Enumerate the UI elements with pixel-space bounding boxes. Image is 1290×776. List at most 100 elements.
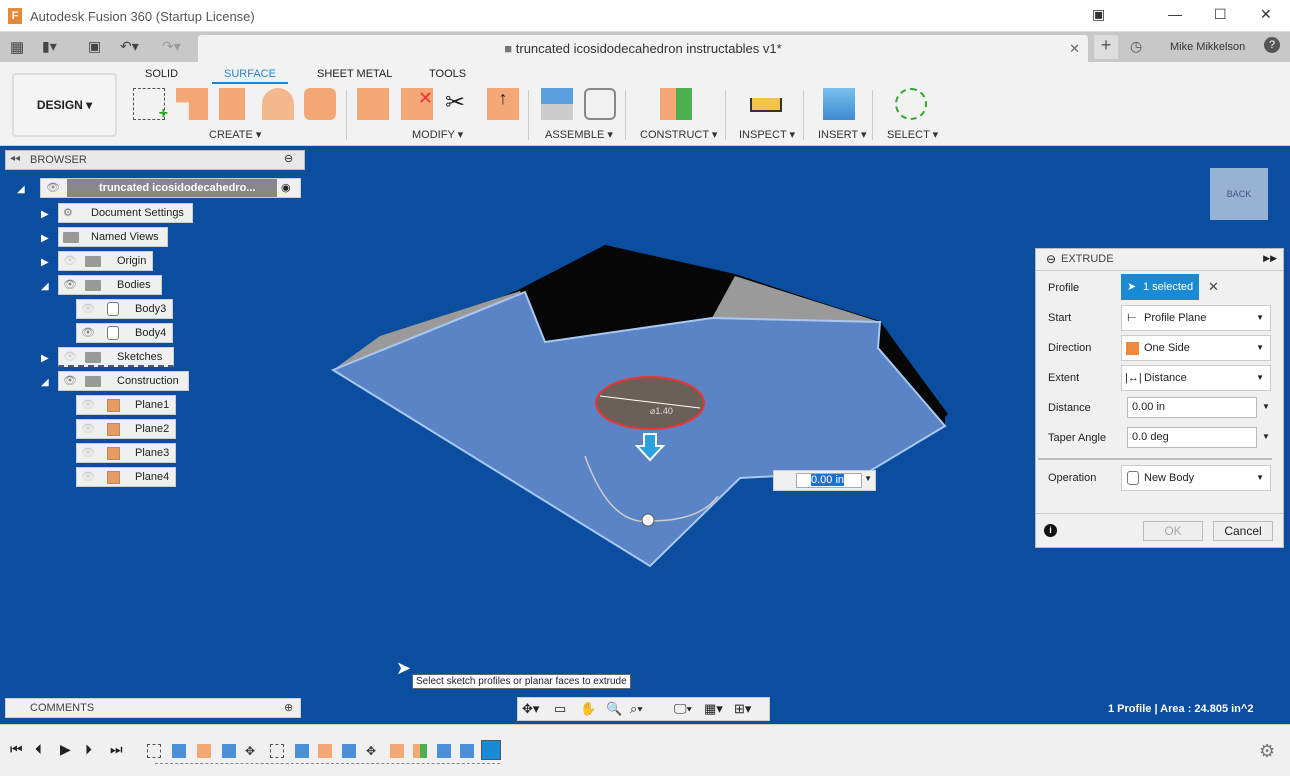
pan-icon[interactable]: ✋ [580,701,596,717]
inspect-menu[interactable]: INSPECT ▾ [739,128,795,141]
clock-icon[interactable]: ◷ [1130,38,1142,55]
timeline-body-icon[interactable] [437,744,451,758]
eye-hidden-icon[interactable]: 👁 [81,300,95,318]
box-icon[interactable] [219,88,251,120]
expand-triangle-icon[interactable]: ◢ [17,181,25,199]
dropdown-arrow-icon[interactable]: ▼ [864,474,872,483]
split-face-icon[interactable] [357,88,389,120]
taper-dropdown-icon[interactable]: ▼ [1262,432,1270,441]
sweep-icon[interactable] [262,88,294,120]
eye-hidden-icon[interactable]: 👁 [63,252,77,270]
close-tab-icon[interactable]: ✕ [1069,35,1080,62]
viewports-icon[interactable]: ⊞▾ [734,701,751,717]
loft-icon[interactable] [304,88,336,120]
redo-icon[interactable]: ↷▾ [162,38,181,55]
expand-icon[interactable]: ▶ [41,206,49,224]
create-sketch-icon[interactable]: + [133,88,165,120]
eye-icon[interactable]: 👁 [63,276,77,294]
play-icon[interactable]: ▶ [60,741,71,758]
expand-icon[interactable]: ▶ [41,350,49,368]
browser-item-plane2[interactable]: 👁Plane2 [76,419,176,439]
maximize-button[interactable]: ☐ [1214,6,1227,23]
delete-face-icon[interactable]: ✕ [401,88,433,120]
browser-item-body3[interactable]: 👁Body3 [76,299,173,319]
browser-root[interactable]: ◢ 👁 truncated icosidodecahedro... ◉ [40,178,301,198]
tab-solid[interactable]: SOLID [145,68,178,80]
timeline-body-icon[interactable] [295,744,309,758]
grid-settings-icon[interactable]: ▦▾ [704,701,723,717]
browser-item-body4[interactable]: 👁Body4 [76,323,173,343]
browser-item-plane4[interactable]: 👁Plane4 [76,467,176,487]
measure-icon[interactable] [750,98,782,112]
taper-angle-input[interactable]: 0.0 deg [1127,427,1257,448]
eye-hidden-icon[interactable]: 👁 [81,444,95,462]
file-icon[interactable]: ▮▾ [42,38,57,55]
browser-item-plane3[interactable]: 👁Plane3 [76,443,176,463]
joint-icon[interactable] [584,88,616,120]
orbit-icon[interactable]: ✥▾ [522,701,539,717]
clear-selection-icon[interactable]: ✕ [1208,279,1219,295]
expand-icon[interactable]: ▶ [41,254,49,272]
look-at-icon[interactable]: ▭ [554,701,566,717]
browser-panel-header[interactable]: ◂◂ BROWSER ⊖ [5,150,305,170]
eye-icon[interactable]: 👁 [63,372,77,390]
fit-icon[interactable]: ⌕▾ [630,701,643,717]
direction-dropdown[interactable]: One Side▼ [1121,335,1271,361]
new-component-icon[interactable] [541,88,573,120]
distance-dropdown-icon[interactable]: ▼ [1262,402,1270,411]
timeline-feature-icon[interactable] [197,744,211,758]
restore-icon[interactable]: ▣ [1092,6,1105,23]
distance-input[interactable]: 0.00 in [1127,397,1257,418]
select-menu[interactable]: SELECT ▾ [887,128,938,141]
distance-manipulator-input[interactable]: 0.00 in ▼ [773,470,876,491]
drag-handle[interactable] [642,514,654,526]
assemble-menu[interactable]: ASSEMBLE ▾ [545,128,613,141]
info-icon[interactable]: i [1044,524,1057,537]
browser-item-sketches[interactable]: ▶👁Sketches [58,347,174,367]
extrude-icon[interactable] [176,88,208,120]
dialog-header[interactable]: ⊖ EXTRUDE ▶▶ [1036,249,1283,271]
browser-item-construction[interactable]: ◢👁Construction [58,371,189,391]
go-to-end-icon[interactable]: ⏭ [110,741,123,758]
ok-button[interactable]: OK [1143,521,1203,541]
close-button[interactable]: ✕ [1260,6,1272,23]
activate-radio-icon[interactable]: ◉ [281,179,291,197]
timeline-feature-icon[interactable] [318,744,332,758]
expand-icon[interactable]: ▶ [41,230,49,248]
timeline-body-icon[interactable] [172,744,186,758]
minus-circle-icon[interactable]: ⊖ [284,152,293,165]
collapse-icon[interactable]: ◢ [41,374,49,392]
timeline-sketch-icon[interactable] [147,744,161,758]
browser-item-document-settings[interactable]: ▶⚙Document Settings [58,203,193,223]
save-icon[interactable]: ▣ [88,38,101,55]
workspace-dropdown[interactable]: DESIGN ▾ [12,73,117,137]
undo-icon[interactable]: ↶▾ [120,38,139,55]
eye-hidden-icon[interactable]: 👁 [81,468,95,486]
tab-tools[interactable]: TOOLS [429,68,466,80]
display-settings-icon[interactable]: 🖵▾ [674,701,692,717]
add-comment-icon[interactable]: ⊕ [284,699,293,717]
help-icon[interactable]: ? [1264,37,1280,53]
grid-menu-icon[interactable]: ▦ [10,38,24,56]
tab-sheet-metal[interactable]: SHEET METAL [317,68,392,80]
expand-icon[interactable]: ▶▶ [1263,253,1277,264]
construct-menu[interactable]: CONSTRUCT ▾ [640,128,717,141]
timeline-move-icon[interactable]: ✥ [245,744,259,758]
minus-circle-icon[interactable]: ⊖ [1046,252,1056,266]
go-to-start-icon[interactable]: ⏮ [10,741,23,758]
eye-hidden-icon[interactable]: 👁 [63,348,77,366]
step-back-icon[interactable]: ⏴ [35,741,42,758]
step-forward-icon[interactable]: ⏵ [85,741,92,758]
zoom-icon[interactable]: 🔍 [606,701,622,717]
timeline-settings-gear-icon[interactable]: ⚙ [1259,741,1275,762]
eye-hidden-icon[interactable]: 👁 [81,396,95,414]
insert-image-icon[interactable] [823,88,855,120]
cancel-button[interactable]: Cancel [1213,521,1273,541]
viewcube[interactable]: BACK [1210,168,1268,220]
insert-menu[interactable]: INSERT ▾ [818,128,867,141]
timeline-body-icon[interactable] [222,744,236,758]
construct-plane-icon[interactable] [660,88,692,120]
profile-selection-button[interactable]: ➤1 selected [1121,274,1199,300]
start-dropdown[interactable]: ⊢Profile Plane▼ [1121,305,1271,331]
timeline-body-icon[interactable] [342,744,356,758]
